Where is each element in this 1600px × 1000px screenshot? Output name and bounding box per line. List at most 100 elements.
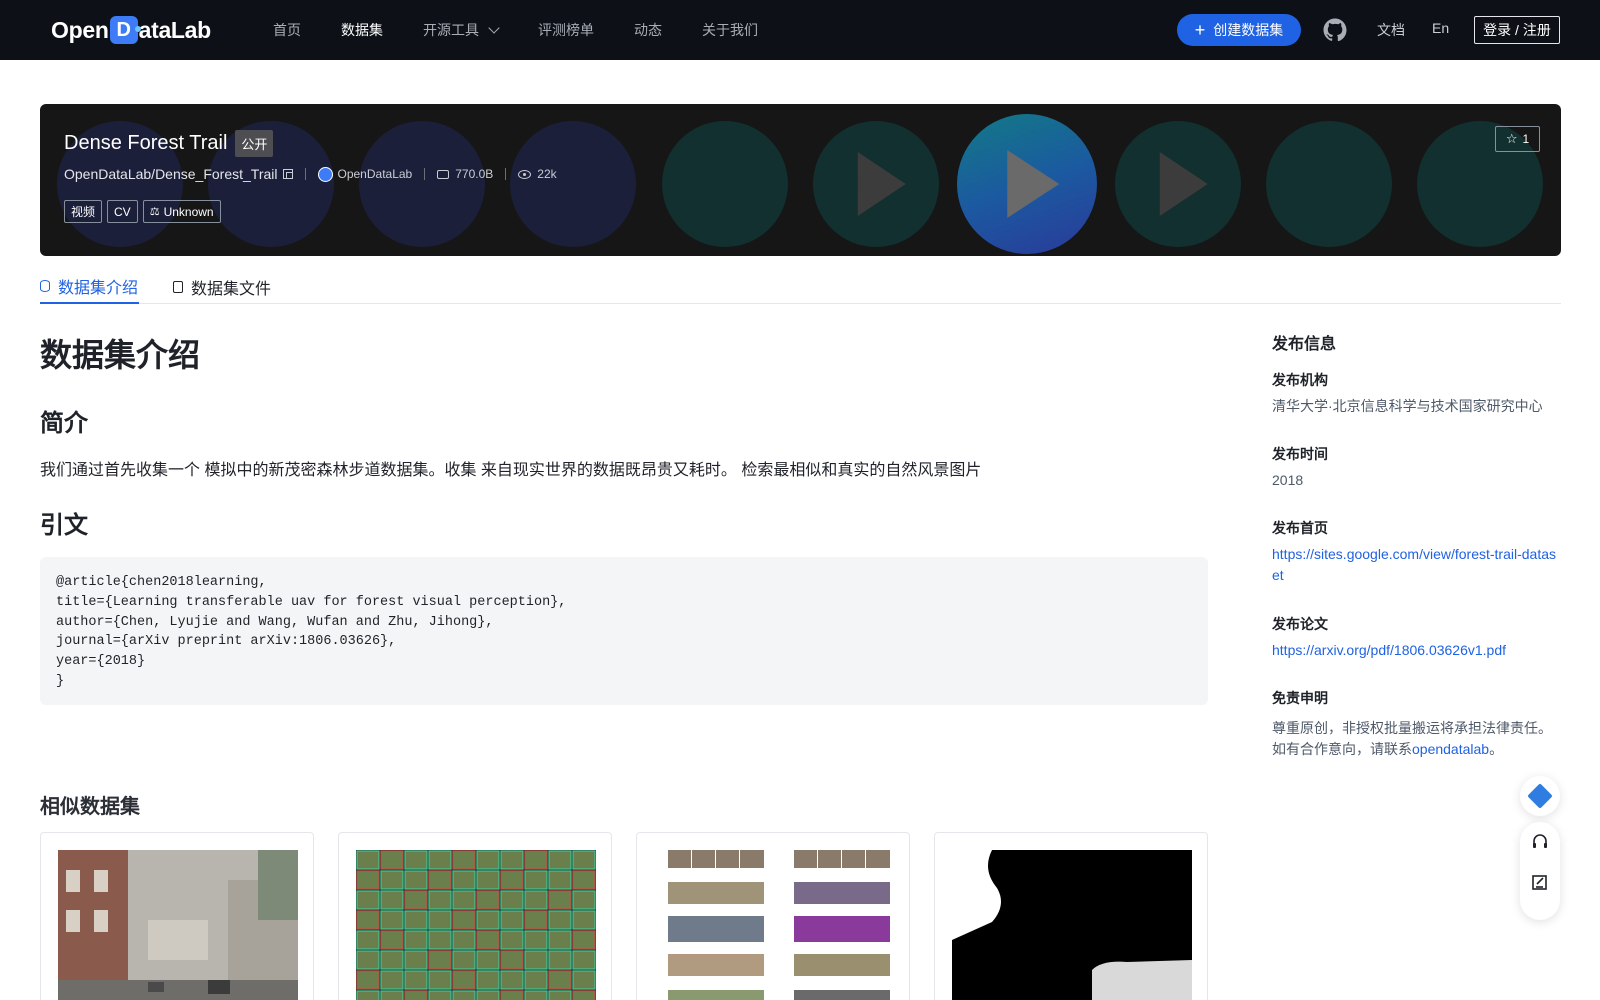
play-icon (1159, 152, 1208, 216)
segmentation-mask-image (952, 850, 1192, 1000)
dataset-org[interactable]: OpenDataLab (317, 166, 413, 182)
release-info-title: 发布信息 (1272, 336, 1337, 353)
tag-license[interactable]: ⚖ Unknown (142, 200, 221, 223)
dataset-repo-path: OpenDataLab/Dense_Forest_Trail (64, 166, 278, 182)
page-title: 数据集介绍 (40, 337, 201, 373)
similar-dataset-thumbnail (356, 850, 596, 1000)
dataset-views: 22k (518, 167, 557, 181)
disclaimer-text: 尊重原创，非授权批量搬运将承担法律责任。 如有合作意向，请联系opendatal… (1272, 718, 1562, 760)
logo-text-open: Open (51, 16, 109, 43)
star-button[interactable]: ☆ 1 (1495, 126, 1540, 152)
similar-dataset-card[interactable] (40, 832, 314, 1000)
disclaimer-line-2: 如有合作意向，请联系 (1272, 741, 1412, 757)
publisher-label: 发布机构 (1272, 372, 1328, 388)
top-navbar: Open DataLab 首页 数据集 开源工具 评测榜单 动态 关于我们 + 创建… (0, 0, 1600, 60)
similar-datasets-heading: 相似数据集 (40, 796, 140, 818)
nav-open-tools-label: 开源工具 (423, 22, 479, 38)
video-frames-grid-image (356, 850, 596, 1000)
meta-divider (304, 168, 306, 180)
copy-icon[interactable] (282, 169, 293, 179)
nav-about[interactable]: 关于我们 (702, 20, 758, 40)
dataset-meta-row: OpenDataLab/Dense_Forest_Trail OpenDataL… (64, 166, 557, 182)
tag-video[interactable]: 视频 (64, 200, 103, 223)
tab-dataset-intro[interactable]: 数据集介绍 (40, 270, 140, 304)
tab-dataset-files[interactable]: 数据集文件 (173, 270, 271, 304)
banner-decor-circle (510, 121, 636, 247)
logo-d-mark-icon: D (109, 16, 141, 44)
release-info-panel: 发布信息 发布机构 清华大学·北京信息科学与技术国家研究中心 发布时间 2018… (1272, 330, 1562, 757)
database-icon (40, 280, 50, 292)
dataset-title-row: Dense Forest Trail 公开 (64, 130, 274, 157)
nav-leaderboard[interactable]: 评测榜单 (538, 20, 594, 40)
floating-toolbar (1520, 822, 1560, 920)
publisher-value: 清华大学·北京信息科学与技术国家研究中心 (1272, 398, 1543, 414)
nav-open-tools[interactable]: 开源工具 (423, 20, 500, 40)
disclaimer-line-1: 尊重原创，非授权批量搬运将承担法律责任。 (1272, 720, 1552, 736)
citation-text: @article{chen2018learning, title={Learni… (56, 575, 567, 689)
disclaimer-label: 免责申明 (1272, 690, 1328, 706)
banner-play-circle-highlight (957, 114, 1097, 254)
tab-dataset-intro-label: 数据集介绍 (58, 280, 139, 297)
file-icon (173, 281, 183, 293)
tag-cv[interactable]: CV (107, 200, 138, 223)
tab-dataset-files-label: 数据集文件 (191, 281, 272, 298)
star-icon: ☆ (1505, 131, 1518, 146)
banner-decor-circle (1266, 121, 1392, 247)
dataset-size: 770.0B (437, 167, 493, 181)
similar-dataset-thumbnail (654, 850, 894, 1000)
meta-divider (424, 168, 426, 180)
meta-divider (505, 168, 507, 180)
storage-icon (437, 169, 450, 179)
paper-label: 发布论文 (1272, 616, 1328, 632)
citation-code-block[interactable]: @article{chen2018learning, title={Learni… (40, 557, 1208, 705)
org-avatar (317, 166, 333, 182)
banner-decor-circle (662, 121, 788, 247)
banner-play-circle (813, 121, 939, 247)
scale-icon: ⚖ (149, 206, 160, 218)
citation-heading: 引文 (40, 512, 88, 539)
opendatalab-logo[interactable]: Open DataLab (51, 14, 211, 46)
create-dataset-button[interactable]: + 创建数据集 (1177, 14, 1301, 46)
similar-dataset-thumbnail (952, 850, 1192, 1000)
github-icon[interactable] (1323, 18, 1347, 42)
feedback-edit-icon[interactable] (1531, 873, 1549, 891)
dataset-tabs: 数据集介绍 数据集文件 (40, 262, 1561, 304)
logo-text-datalab: ataLab (138, 16, 212, 43)
dataset-title: Dense Forest Trail (64, 132, 228, 154)
dataset-views-value: 22k (537, 167, 557, 181)
nav-home[interactable]: 首页 (273, 20, 301, 40)
headset-icon[interactable] (1531, 833, 1549, 851)
dataset-tags: 视频 CV ⚖ Unknown (64, 200, 226, 223)
assistant-logo-button[interactable] (1520, 776, 1560, 816)
similar-dataset-card[interactable] (338, 832, 612, 1000)
language-switch[interactable]: En (1432, 20, 1449, 36)
dataset-banner: Dense Forest Trail 公开 OpenDataLab/Dense_… (40, 104, 1561, 256)
similar-dataset-thumbnail (58, 850, 298, 1000)
similar-dataset-card[interactable] (934, 832, 1208, 1000)
plus-icon: + (1194, 20, 1206, 40)
play-icon (857, 152, 906, 216)
similar-dataset-card[interactable] (636, 832, 910, 1000)
disclaimer-line-2-end: 。 (1489, 741, 1504, 757)
release-time-label: 发布时间 (1272, 446, 1328, 462)
contact-opendatalab-link[interactable]: opendatalab (1412, 741, 1489, 757)
play-icon (1007, 150, 1060, 218)
create-dataset-label: 创建数据集 (1213, 22, 1284, 38)
homepage-link[interactable]: https://sites.google.com/view/forest-tra… (1272, 544, 1562, 586)
paper-link[interactable]: https://arxiv.org/pdf/1806.03626v1.pdf (1272, 640, 1562, 661)
login-register-button[interactable]: 登录 / 注册 (1474, 16, 1560, 44)
eye-icon (518, 169, 532, 179)
intro-text: 我们通过首先收集一个 模拟中的新茂密森林步道数据集。收集 来自现实世界的数据既昂… (40, 462, 982, 479)
dataset-size-value: 770.0B (455, 167, 494, 181)
diamond-logo-icon (1527, 783, 1553, 809)
nav-news[interactable]: 动态 (634, 20, 662, 40)
action-frames-image (654, 850, 894, 1000)
chevron-down-icon (488, 22, 500, 34)
nav-datasets[interactable]: 数据集 (341, 20, 383, 40)
banner-play-circle (1115, 121, 1241, 247)
org-name: OpenDataLab (337, 167, 413, 181)
homepage-label: 发布首页 (1272, 520, 1328, 536)
star-count: 1 (1522, 132, 1530, 146)
nav-docs-link[interactable]: 文档 (1377, 20, 1405, 40)
release-time-value: 2018 (1272, 472, 1304, 488)
